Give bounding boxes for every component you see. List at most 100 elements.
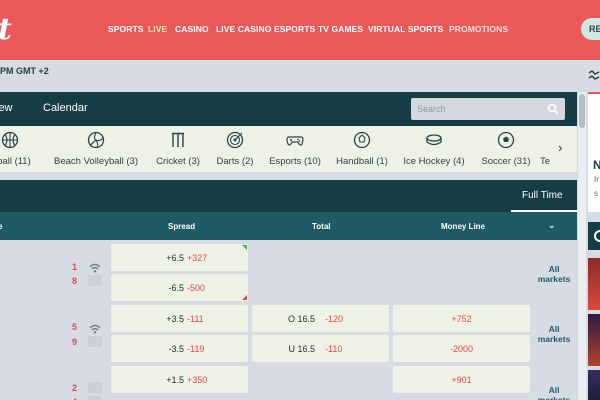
sport-item-beach-volleyball[interactable]: Beach Volleyball (3) (50, 126, 142, 172)
total-odds-cell[interactable]: U 16.5 -110 (252, 335, 389, 362)
odds-price: -119 (187, 344, 205, 354)
odds-price: +350 (187, 375, 208, 385)
home-score: 2 (72, 383, 78, 393)
market-column-headers: e Spread Total Money Line ⌄ (0, 212, 577, 240)
live-stream-icon[interactable] (88, 321, 102, 334)
chevron-down-icon[interactable]: ⌄ (548, 220, 556, 231)
sport-item-darts[interactable]: Darts (2) (212, 126, 258, 172)
stats-icon[interactable] (88, 396, 102, 400)
odds-price: +327 (187, 253, 208, 263)
darts-icon (226, 131, 244, 149)
nav-live[interactable]: LIVE (148, 24, 167, 34)
spread-odds-cell[interactable]: -3.5 -119 (111, 335, 248, 362)
sport-item-basketball[interactable]: etball (11) (0, 126, 40, 172)
home-score: 1 (72, 262, 78, 272)
live-events-panel: iew Calendar Search etball (11) Beach Vo… (0, 92, 577, 400)
all-markets-link[interactable]: All markets (534, 264, 574, 284)
chevron-right-icon[interactable]: › (558, 140, 562, 155)
timezone-label: PM GMT +2 (0, 66, 49, 76)
side-card-heading: N (593, 158, 600, 172)
sport-label: Cricket (3) (156, 156, 200, 167)
spread-odds-cell[interactable]: +1.5 +350 (111, 366, 248, 393)
period-tabs-bar: Full Time (0, 180, 577, 212)
spread-line: -3.5 (168, 344, 184, 354)
nav-casino[interactable]: CASINO (175, 24, 209, 34)
nav-promotions[interactable]: PROMOTIONS (449, 24, 508, 34)
money-line-odds-cell[interactable]: +752 (393, 305, 530, 332)
soccer-icon (497, 131, 515, 149)
sport-item-handball[interactable]: Handball (1) (332, 126, 392, 172)
handball-icon (353, 131, 371, 149)
search-icon[interactable] (547, 102, 559, 120)
puck-icon (425, 131, 443, 149)
sport-label: Ice Hockey (4) (403, 156, 465, 167)
search-input[interactable]: Search (417, 104, 446, 114)
gamepad-icon (286, 131, 304, 149)
cricket-icon (169, 131, 187, 149)
total-line: O 16.5 (287, 314, 315, 324)
tab-full-time[interactable]: Full Time (511, 180, 577, 212)
game-thumbnail[interactable] (588, 258, 600, 310)
basketball-icon (1, 131, 19, 149)
side-card-text: s (594, 189, 598, 198)
nav-live-casino[interactable]: LIVE CASINO (216, 24, 271, 34)
spread-line: +6.5 (166, 253, 184, 263)
column-header-spread: Spread (168, 222, 196, 231)
odds-price: -2000 (449, 344, 474, 354)
stats-icon[interactable] (88, 275, 102, 286)
sport-item-soccer[interactable]: Soccer (31) (478, 126, 534, 172)
money-line-odds-cell[interactable]: +901 (393, 366, 530, 393)
main-scrollbar[interactable] (578, 92, 586, 400)
game-thumbnail[interactable] (588, 314, 600, 366)
sport-label: Handball (1) (336, 156, 388, 167)
volleyball-icon (87, 131, 105, 149)
odds-price: +901 (451, 375, 472, 385)
brand-logo[interactable]: t (0, 12, 12, 47)
nav-virtual-sports[interactable]: VIRTUAL SPORTS (368, 24, 443, 34)
all-markets-link[interactable]: All markets (534, 385, 574, 400)
odds-price: -111 (187, 314, 204, 324)
side-card-text: Ir (594, 175, 599, 184)
live-stream-icon[interactable] (88, 260, 102, 273)
spread-odds-cell[interactable]: -6.5 -500 (111, 274, 248, 301)
view-tabs-bar: iew Calendar Search (0, 92, 577, 126)
money-line-odds-cell[interactable]: -2000 (393, 335, 530, 362)
search-box[interactable]: Search (411, 98, 565, 120)
odds-format-icon[interactable] (588, 70, 600, 83)
total-line: U 16.5 (288, 344, 315, 354)
home-score: 5 (72, 322, 78, 332)
away-score: 8 (72, 276, 78, 286)
spread-odds-cell[interactable]: +3.5 -111 (111, 305, 248, 332)
column-header-event: e (0, 222, 3, 231)
sport-label: Esports (10) (269, 156, 321, 167)
nav-esports[interactable]: ESPORTS (274, 24, 315, 34)
side-casino-header[interactable] (588, 222, 600, 250)
all-markets-link[interactable]: All markets (534, 324, 574, 344)
side-promo-card[interactable]: N Ir s (588, 92, 600, 212)
odds-price: -120 (325, 314, 344, 324)
spread-odds-cell[interactable]: +6.5 +327 (111, 244, 248, 271)
scrollbar-thumb[interactable] (579, 94, 585, 128)
stats-icon[interactable] (88, 382, 102, 393)
tab-full-time-label: Full Time (522, 190, 563, 201)
sport-item-tennis[interactable]: Te (540, 126, 556, 172)
tab-overview[interactable]: iew (0, 102, 13, 114)
tab-calendar[interactable]: Calendar (43, 102, 88, 114)
away-score: 9 (72, 337, 78, 347)
sport-item-cricket[interactable]: Cricket (3) (150, 126, 206, 172)
sport-label: Darts (2) (216, 156, 254, 167)
nav-sports[interactable]: SPORTS (108, 24, 144, 34)
sport-item-ice-hockey[interactable]: Ice Hockey (4) (400, 126, 468, 172)
odds-price: +752 (451, 314, 472, 324)
spread-line: -6.5 (168, 283, 184, 293)
register-button[interactable]: RE (581, 18, 600, 40)
game-thumbnail[interactable] (588, 370, 600, 400)
odds-down-icon (242, 295, 247, 300)
column-header-money-line: Money Line (441, 222, 486, 231)
total-odds-cell[interactable]: O 16.5 -120 (252, 305, 389, 332)
top-navigation-bar: t SPORTS LIVE CASINO LIVE CASINO ESPORTS… (0, 0, 600, 60)
nav-tv-games[interactable]: TV GAMES (318, 24, 363, 34)
stats-icon[interactable] (88, 336, 102, 347)
column-header-total: Total (312, 222, 331, 231)
sport-item-esports[interactable]: Esports (10) (266, 126, 324, 172)
